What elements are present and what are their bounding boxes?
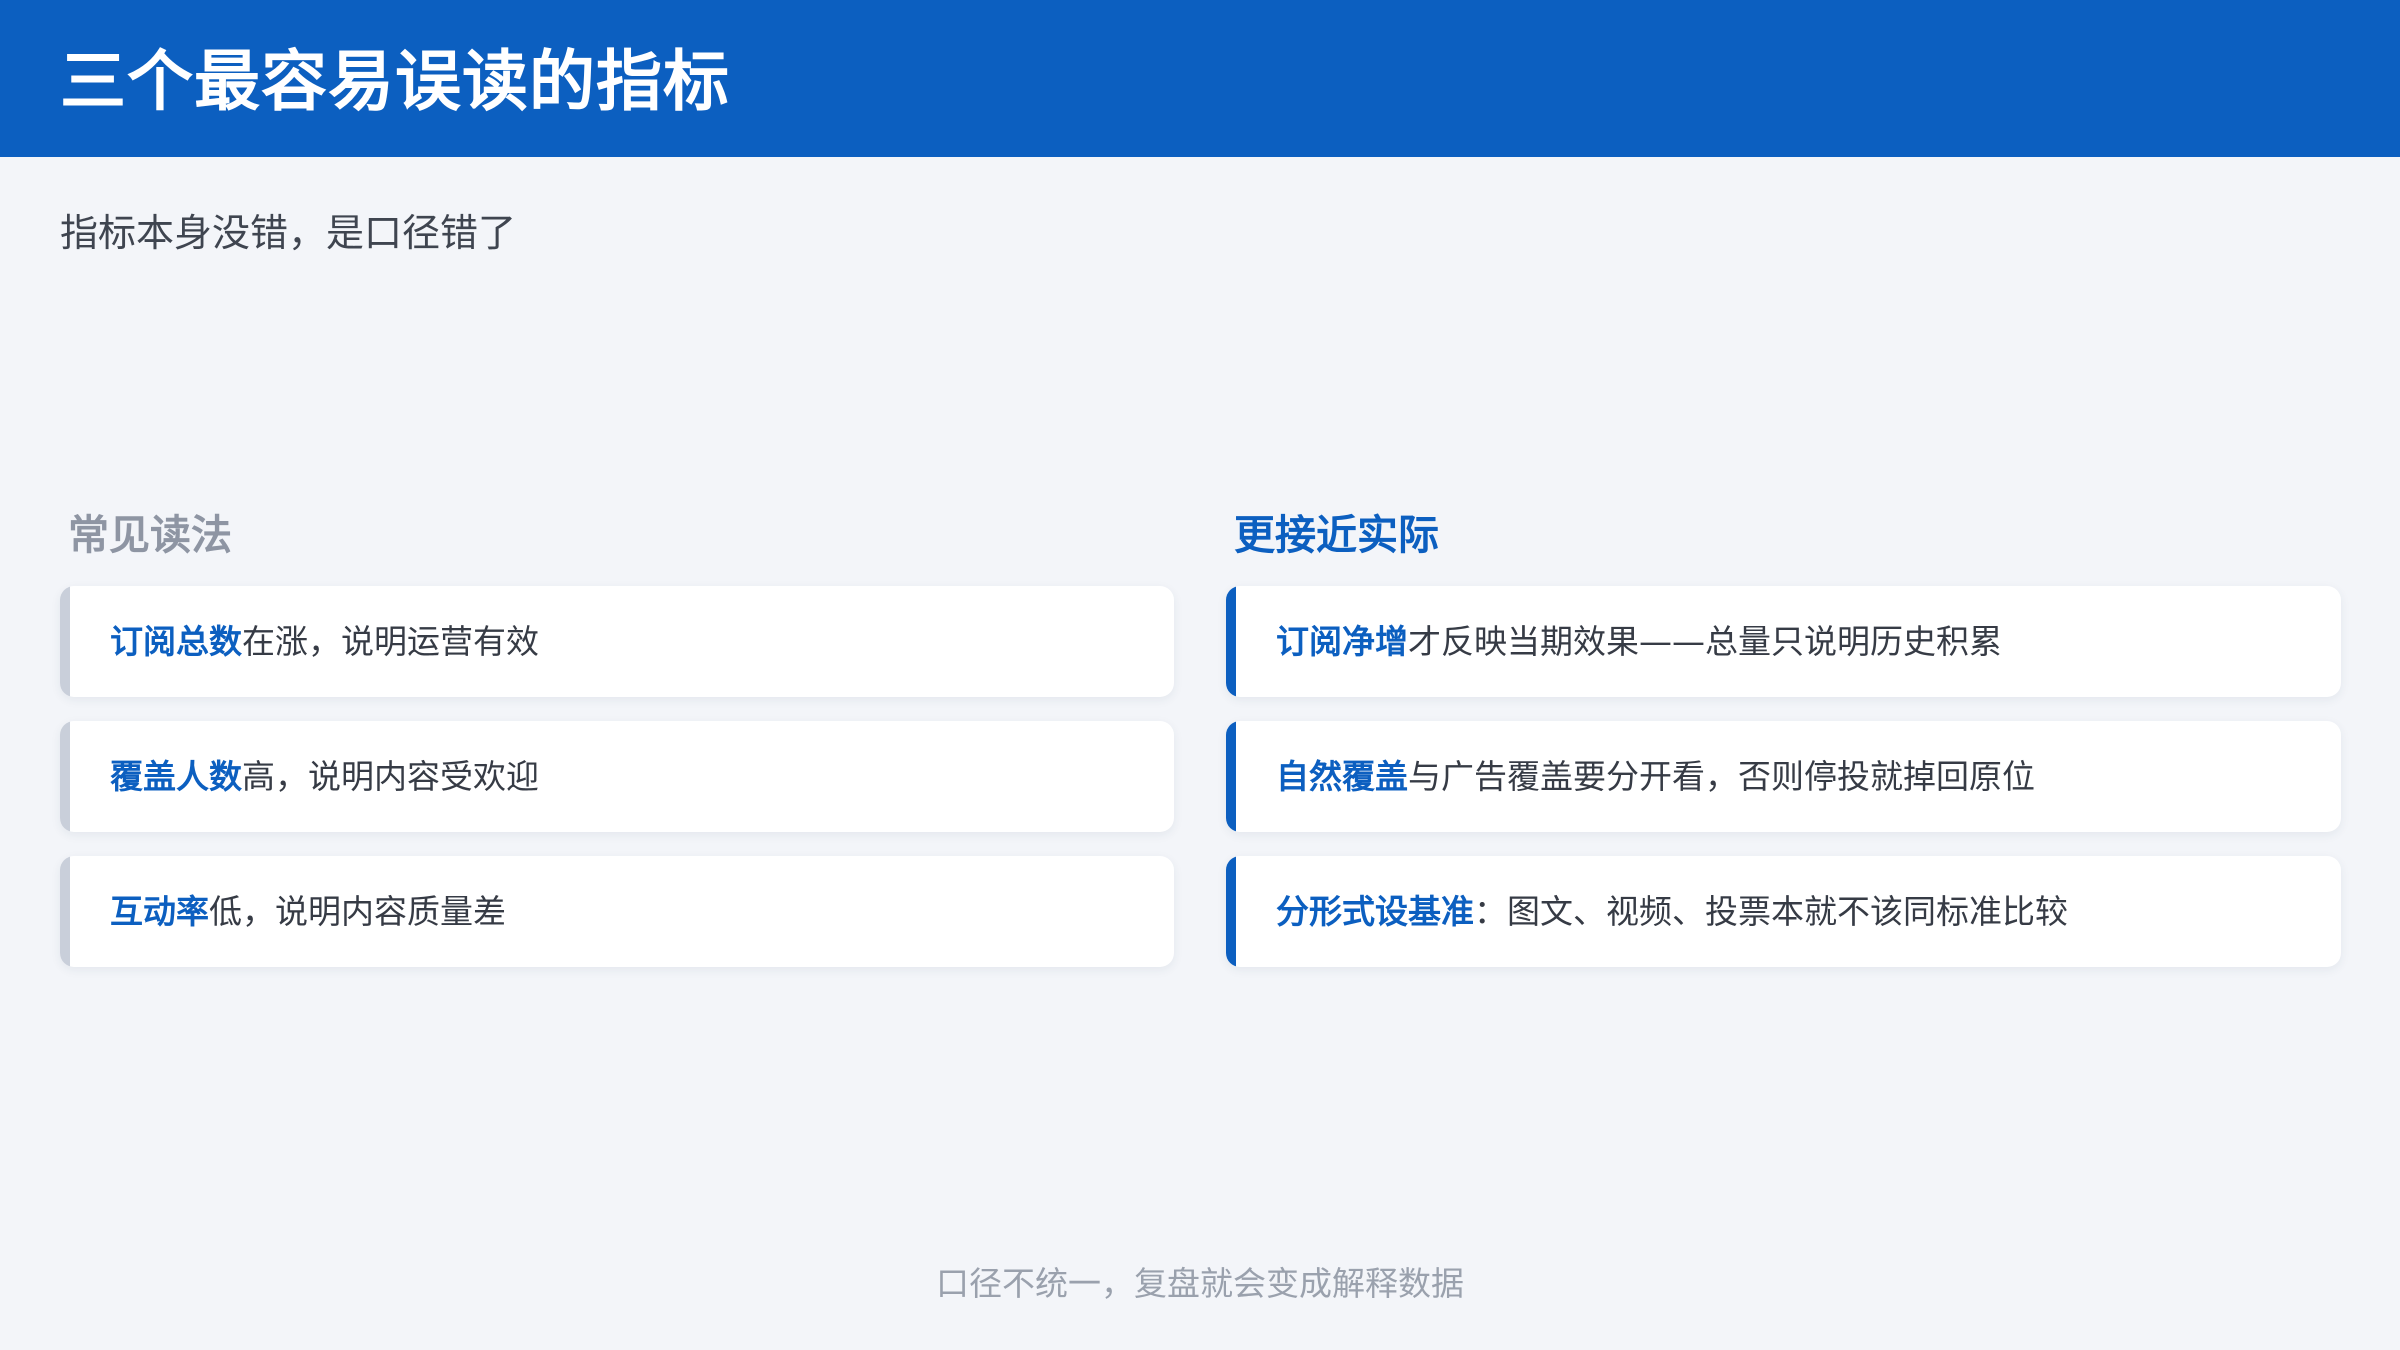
card-text: 互动率低，说明内容质量差 (110, 856, 506, 967)
card-text: 覆盖人数高，说明内容受欢迎 (110, 721, 539, 832)
card-description: 才反映当期效果——总量只说明历史积累 (1408, 622, 2002, 661)
closer-to-reality-card: 订阅净增才反映当期效果——总量只说明历史积累 (1226, 586, 2341, 697)
closer-to-reality-card: 自然覆盖与广告覆盖要分开看，否则停投就掉回原位 (1226, 721, 2341, 832)
closer-to-reality-heading: 更接近实际 (1234, 511, 1439, 559)
card-description: 高，说明内容受欢迎 (242, 757, 539, 796)
header-bar: 三个最容易误读的指标 (0, 0, 2400, 157)
closer-to-reality-card: 分形式设基准：图文、视频、投票本就不该同标准比较 (1226, 856, 2341, 967)
page-title: 三个最容易误读的指标 (60, 43, 730, 120)
common-reading-column: 常见读法 订阅总数在涨，说明运营有效 覆盖人数高，说明内容受欢迎 互动率低，说明… (60, 500, 1174, 991)
common-reading-card: 互动率低，说明内容质量差 (60, 856, 1174, 967)
card-text: 自然覆盖与广告覆盖要分开看，否则停投就掉回原位 (1276, 721, 2035, 832)
card-text: 订阅净增才反映当期效果——总量只说明历史积累 (1276, 586, 2002, 697)
card-description: 低，说明内容质量差 (209, 892, 506, 931)
card-description: ：图文、视频、投票本就不该同标准比较 (1474, 892, 2068, 931)
common-reading-heading: 常见读法 (68, 511, 232, 559)
page-subtitle: 指标本身没错，是口径错了 (60, 211, 517, 255)
card-key-term: 覆盖人数 (110, 757, 242, 796)
card-description: 在涨，说明运营有效 (242, 622, 539, 661)
card-text: 订阅总数在涨，说明运营有效 (110, 586, 539, 697)
common-reading-card: 订阅总数在涨，说明运营有效 (60, 586, 1174, 697)
card-key-term: 互动率 (110, 892, 209, 931)
card-key-term: 自然覆盖 (1276, 757, 1408, 796)
card-key-term: 订阅总数 (110, 622, 242, 661)
card-text: 分形式设基准：图文、视频、投票本就不该同标准比较 (1276, 856, 2068, 967)
common-reading-card: 覆盖人数高，说明内容受欢迎 (60, 721, 1174, 832)
footer-note: 口径不统一，复盘就会变成解释数据 (936, 1264, 1464, 1303)
closer-to-reality-column: 更接近实际 订阅净增才反映当期效果——总量只说明历史积累 自然覆盖与广告覆盖要分… (1226, 500, 2341, 991)
card-key-term: 订阅净增 (1276, 622, 1408, 661)
card-key-term: 分形式设基准 (1276, 892, 1474, 931)
card-description: 与广告覆盖要分开看，否则停投就掉回原位 (1408, 757, 2035, 796)
